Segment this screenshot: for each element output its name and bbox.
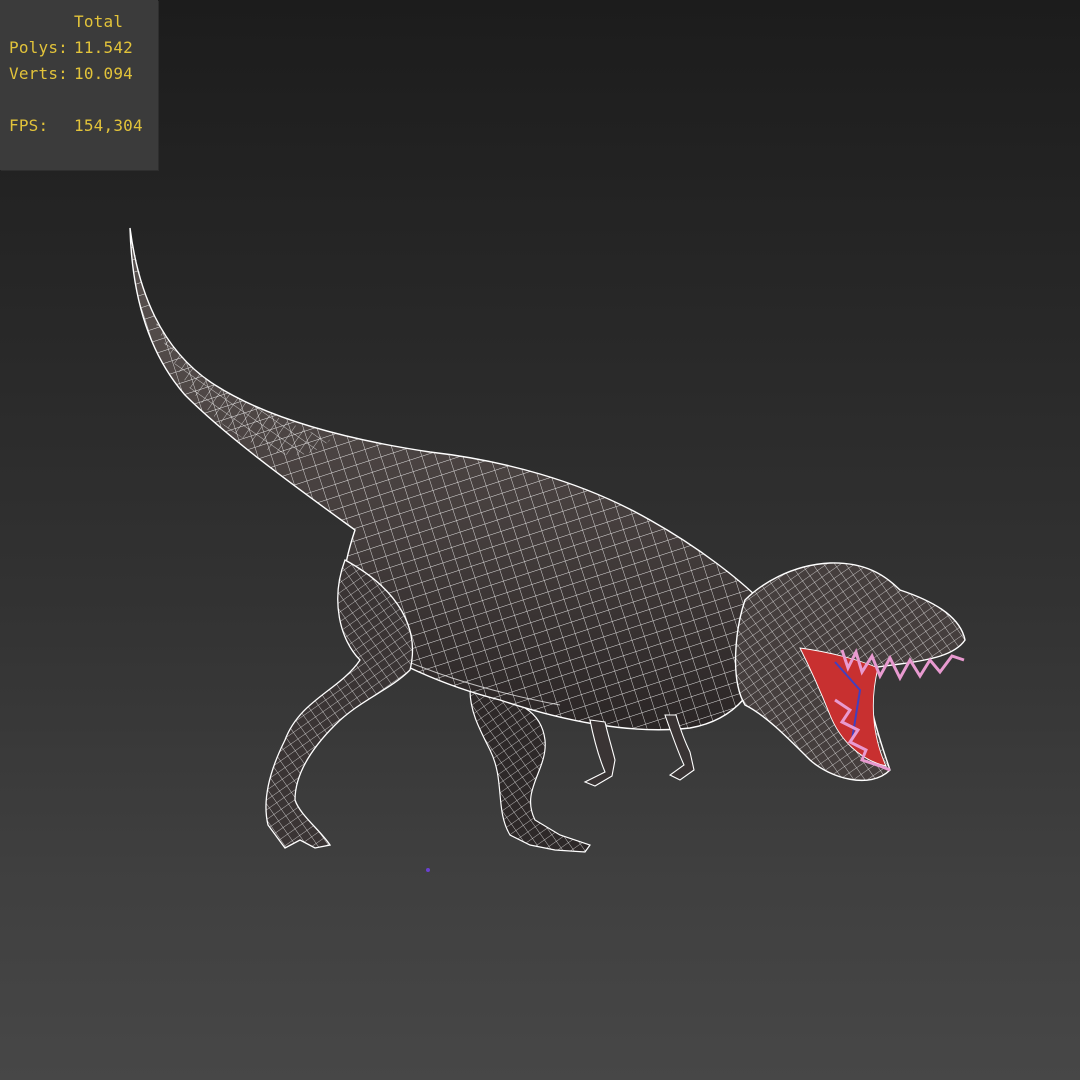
head: [734, 562, 966, 782]
3d-viewport[interactable]: Total Polys: 11.542 Verts: 10.094 FPS: 1…: [0, 0, 1080, 1080]
polys-label: Polys:: [9, 38, 68, 57]
torso-and-tail: [129, 227, 771, 731]
viewport-statistics-panel: Total Polys: 11.542 Verts: 10.094 FPS: 1…: [0, 0, 158, 170]
fps-value: 154,304: [74, 116, 143, 135]
verts-value: 10.094: [74, 64, 133, 83]
near-hind-leg: [265, 559, 414, 849]
pivot-marker: [426, 868, 430, 872]
verts-label: Verts:: [9, 64, 68, 83]
fps-label: FPS:: [9, 116, 49, 135]
dinosaur-model-wireframe[interactable]: [0, 0, 1080, 1080]
polys-value: 11.542: [74, 38, 133, 57]
stats-header: Total: [74, 12, 124, 31]
